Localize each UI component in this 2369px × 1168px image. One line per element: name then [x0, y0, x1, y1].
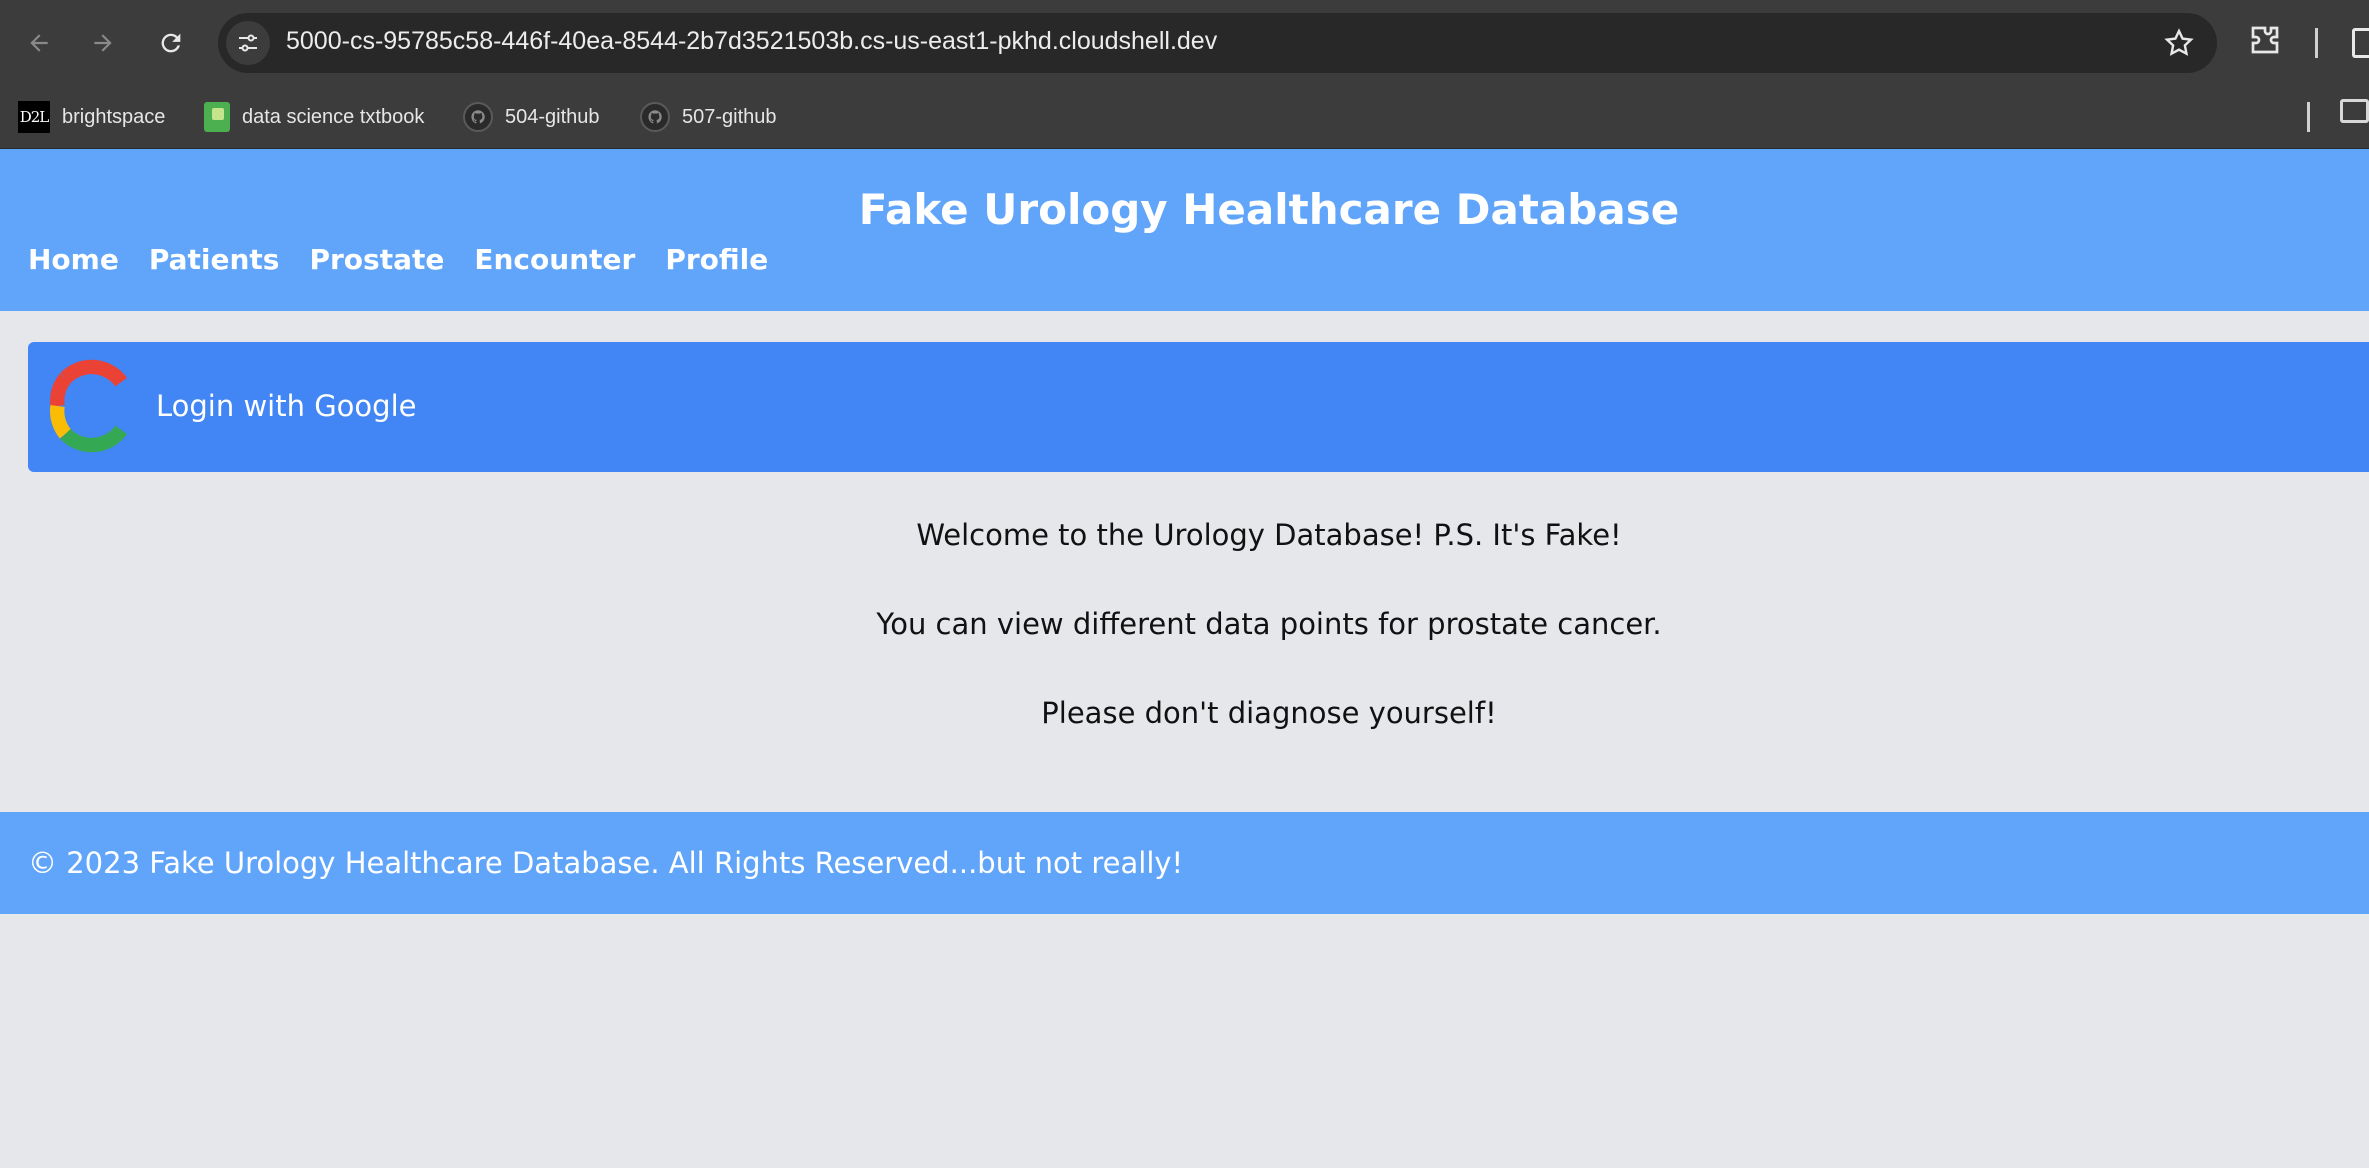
bookmarks-separator — [2307, 102, 2310, 132]
bookmark-star-icon[interactable] — [2163, 27, 2195, 59]
welcome-text: Welcome to the Urology Database! P.S. It… — [916, 518, 1622, 552]
back-button[interactable] — [18, 22, 60, 64]
reload-icon — [161, 33, 181, 53]
nav-prostate[interactable]: Prostate — [309, 243, 444, 276]
login-label: Login with Google — [156, 389, 417, 423]
footer-text: © 2023 Fake Urology Healthcare Database.… — [28, 846, 1184, 880]
address-bar[interactable]: 5000-cs-95785c58-446f-40ea-8544-2b7d3521… — [218, 13, 2217, 73]
browser-toolbar: 5000-cs-95785c58-446f-40ea-8544-2b7d3521… — [0, 0, 2369, 86]
login-with-google-button[interactable]: Login with Google — [28, 342, 2369, 472]
d2l-icon: D2L — [18, 101, 50, 133]
book-icon — [204, 102, 230, 132]
toolbar-separator — [2315, 28, 2318, 58]
bookmarks-bar: D2L brightspace data science txtbook 504… — [0, 86, 2369, 149]
info-text: You can view different data points for p… — [876, 607, 1662, 641]
nav-encounter[interactable]: Encounter — [474, 243, 635, 276]
nav-profile[interactable]: Profile — [665, 243, 768, 276]
github-icon — [463, 102, 493, 132]
site-info-button[interactable] — [226, 21, 270, 65]
forward-button[interactable] — [82, 22, 124, 64]
page-body: Fake Urology Healthcare Database Home Pa… — [0, 149, 2369, 1168]
site-title: Fake Urology Healthcare Database — [858, 185, 1680, 234]
nav-home[interactable]: Home — [28, 243, 119, 276]
reload-button[interactable] — [150, 22, 192, 64]
google-logo-icon — [50, 359, 128, 453]
bookmark-label: data science txtbook — [242, 105, 425, 128]
tune-icon — [239, 34, 257, 52]
bookmark-507-github[interactable]: 507-github — [640, 98, 777, 136]
extensions-icon[interactable] — [2247, 22, 2283, 58]
url-text[interactable]: 5000-cs-95785c58-446f-40ea-8544-2b7d3521… — [286, 27, 1217, 56]
bookmark-brightspace[interactable]: D2L brightspace — [18, 98, 165, 136]
bookmark-data-science-txtbook[interactable]: data science txtbook — [204, 98, 424, 136]
nav-patients[interactable]: Patients — [149, 243, 280, 276]
main-nav: Home Patients Prostate Encounter Profile — [28, 243, 768, 276]
warning-text: Please don't diagnose yourself! — [1041, 696, 1497, 730]
bookmark-label: 504-github — [505, 105, 600, 128]
bookmark-504-github[interactable]: 504-github — [463, 98, 600, 136]
bookmark-label: brightspace — [62, 105, 166, 128]
other-bookmarks-folder-icon[interactable] — [2340, 99, 2369, 123]
back-arrow-icon — [30, 34, 48, 52]
forward-arrow-icon — [94, 34, 112, 52]
site-header: Fake Urology Healthcare Database Home Pa… — [0, 149, 2369, 311]
bookmark-label: 507-github — [682, 105, 777, 128]
site-footer: © 2023 Fake Urology Healthcare Database.… — [0, 812, 2369, 914]
side-panel-icon[interactable] — [2352, 28, 2369, 58]
welcome-section: Welcome to the Urology Database! P.S. It… — [0, 516, 2369, 783]
github-icon — [640, 102, 670, 132]
